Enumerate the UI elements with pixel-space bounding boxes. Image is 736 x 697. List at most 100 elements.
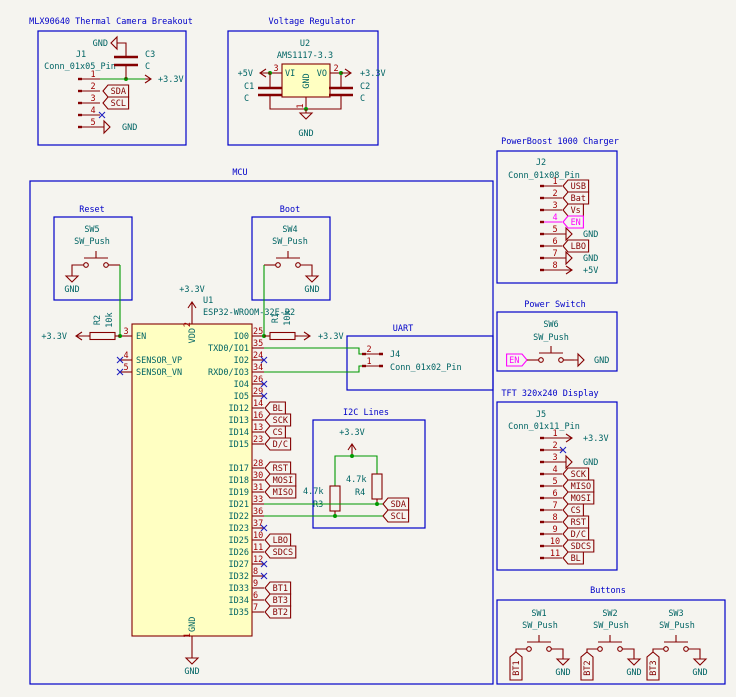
switch-contact <box>683 646 689 652</box>
switch-actuator[interactable] <box>276 251 300 259</box>
pin-number: 4 <box>552 465 557 475</box>
global-label-text: USB <box>571 182 586 192</box>
global-label-text: BL <box>571 554 581 564</box>
power-label-gnd: GND <box>93 39 108 49</box>
global-label-text: BT1 <box>273 584 288 594</box>
pin-number: 8 <box>552 261 557 271</box>
pin-number: 9 <box>552 525 557 535</box>
global-label-text: BT2 <box>583 660 593 675</box>
global-label-text: EN <box>509 356 519 366</box>
j4-ref: J4 <box>390 350 400 360</box>
gnd-symbol-icon <box>184 654 200 665</box>
resistor-symbol[interactable] <box>329 485 341 512</box>
pin-name: ID17 <box>229 464 249 474</box>
j1-ref: J1 <box>76 50 86 60</box>
r2-value: 10k <box>105 312 115 327</box>
power-label-gnd: GND <box>583 458 598 468</box>
pin-name: ID25 <box>229 536 249 546</box>
wire <box>652 648 664 652</box>
global-label-text: MOSI <box>273 476 293 486</box>
switch-actuator[interactable] <box>664 635 688 643</box>
switch-actuator[interactable] <box>527 635 551 643</box>
pin-name: ID19 <box>229 488 249 498</box>
sheet-title-i2c: I2C Lines <box>343 408 389 418</box>
switch-contact <box>295 262 301 268</box>
capacitor-symbol[interactable] <box>329 86 353 97</box>
power-label-5v: +5V <box>583 266 598 276</box>
pin-number: 4 <box>90 106 95 116</box>
global-label-text: BL <box>273 404 283 414</box>
global-label-text: RST <box>571 518 586 528</box>
sheet-title-reset: Reset <box>79 205 105 215</box>
global-label-text: Vs <box>571 206 581 216</box>
power-label-gnd: GND <box>626 668 641 678</box>
sw6-value: SW_Push <box>533 333 569 343</box>
pin-number: 10 <box>550 537 560 547</box>
pin-name: ID13 <box>229 416 249 426</box>
global-label-text: MISO <box>273 488 293 498</box>
schematic-canvas[interactable]: MLX90640 Thermal Camera Breakout Voltage… <box>0 0 736 697</box>
resistor-symbol[interactable] <box>89 331 116 341</box>
junction-dot <box>375 502 379 506</box>
global-label-text: LBO <box>273 536 288 546</box>
c1-value: C <box>244 94 249 104</box>
pin-number: 7 <box>552 249 557 259</box>
u1-pin-vdd-name: VDD <box>188 328 198 343</box>
r3-ref: R3 <box>313 500 323 510</box>
switch-contact <box>83 262 89 268</box>
global-label-text: MOSI <box>571 494 591 504</box>
power-arrow-icon <box>259 68 270 78</box>
pin-name: ID22 <box>229 512 249 522</box>
gnd-symbol-icon <box>304 272 320 283</box>
pin-number: 8 <box>552 513 557 523</box>
gnd-symbol-icon <box>562 250 573 266</box>
pin-number: 4 <box>123 351 128 361</box>
pin-number: 12 <box>253 555 263 565</box>
switch-actuator[interactable] <box>598 635 622 643</box>
global-label-text: SCK <box>571 470 587 480</box>
gnd-symbol-icon <box>562 226 573 242</box>
pin-number: 9 <box>253 579 258 589</box>
power-arrow-icon <box>298 331 311 341</box>
global-label-text: SDA <box>111 87 126 97</box>
resistor-symbol[interactable] <box>371 473 383 500</box>
power-label-gnd: GND <box>122 123 137 133</box>
sheet-title-boot: Boot <box>280 205 300 215</box>
power-arrow-icon <box>562 265 573 275</box>
global-label-text: RST <box>273 464 288 474</box>
power-label-gnd: GND <box>184 667 199 677</box>
capacitor-symbol[interactable] <box>114 55 138 67</box>
pin-number: 34 <box>253 363 263 373</box>
capacitor-symbol[interactable] <box>258 86 282 97</box>
switch-actuator[interactable] <box>84 251 108 259</box>
global-label-text: SDCS <box>571 542 591 552</box>
pin-number: 2 <box>366 345 371 355</box>
switch-ref: SW3 <box>668 609 683 619</box>
power-arrow-icon <box>144 74 152 84</box>
pin-name: IO2 <box>234 356 249 366</box>
pin-number: 16 <box>253 411 263 421</box>
switch-actuator[interactable] <box>539 346 563 354</box>
sheet-title-power-switch: Power Switch <box>524 300 585 310</box>
gnd-symbol-icon <box>298 109 314 120</box>
sheet-title-powerboost: PowerBoost 1000 Charger <box>501 137 619 147</box>
gnd-symbol-icon <box>562 454 573 470</box>
global-label-text: SCL <box>111 99 126 109</box>
sw5-value: SW_Push <box>74 237 110 247</box>
pin-number: 6 <box>552 237 557 247</box>
sheet-title-mcu: MCU <box>232 168 247 178</box>
switch-contact <box>663 646 669 652</box>
pin-number: 23 <box>253 435 263 445</box>
wire <box>688 648 701 655</box>
c3-ref: C3 <box>145 50 155 60</box>
pin-number: 36 <box>253 507 263 517</box>
pin-name: SENSOR_VP <box>136 356 182 366</box>
global-label-text: EN <box>571 218 581 228</box>
switch-value: SW_Push <box>659 621 695 631</box>
pin-name: ID21 <box>229 500 249 510</box>
resistor-symbol[interactable] <box>269 331 296 341</box>
pin-number: 11 <box>550 549 560 559</box>
u2-pin-gnd: GND <box>302 73 312 88</box>
r3-value: 4.7k <box>303 487 323 497</box>
global-label-text: D/C <box>273 440 288 450</box>
